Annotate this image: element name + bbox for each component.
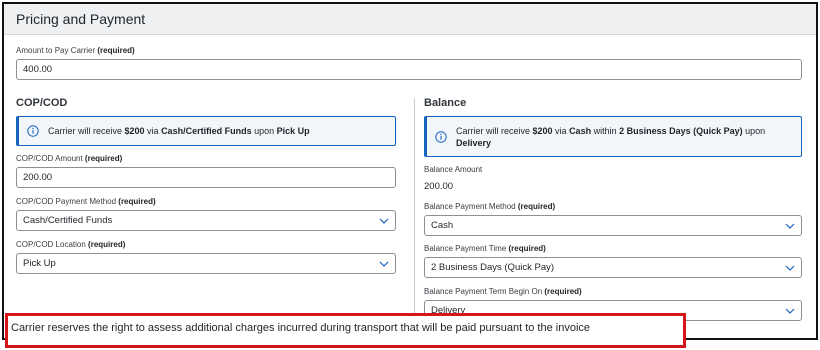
highlighted-notice: Carrier reserves the right to assess add…: [5, 313, 686, 348]
chevron-down-icon[interactable]: [379, 217, 389, 225]
amount-to-pay-input[interactable]: 400.00: [16, 59, 802, 80]
info-method: Cash: [569, 125, 592, 136]
cop-cod-location-select[interactable]: Pick Up: [16, 253, 396, 274]
balance-payment-method-label: Balance Payment Method (required): [424, 202, 555, 211]
balance-payment-method-value: Cash: [431, 220, 454, 231]
cop-cod-amount-label-text: COP/COD Amount: [16, 154, 83, 163]
cop-cod-info-text: Carrier will receive $200 via Cash/Certi…: [48, 125, 310, 137]
info-text-part: upon: [251, 126, 277, 136]
balance-amount-value: 200.00: [424, 181, 454, 192]
cop-cod-amount-input[interactable]: 200.00: [16, 167, 396, 188]
info-method: Cash/Certified Funds: [161, 126, 252, 136]
info-text-part: Carrier will receive: [456, 125, 533, 136]
cop-cod-location-label: COP/COD Location (required): [16, 240, 125, 249]
balance-payment-time-label: Balance Payment Time (required): [424, 244, 546, 253]
cop-cod-payment-method-label-text: COP/COD Payment Method: [16, 197, 117, 206]
required-marker: (required): [508, 244, 546, 253]
cop-cod-payment-method-select[interactable]: Cash/Certified Funds: [16, 210, 396, 231]
required-marker: (required): [118, 197, 156, 206]
chevron-down-icon[interactable]: [785, 222, 795, 230]
info-text-part: via: [144, 126, 162, 136]
section-header: Pricing and Payment: [4, 4, 816, 35]
amount-to-pay-label: Amount to Pay Carrier (required): [16, 46, 135, 55]
cop-cod-payment-method-label: COP/COD Payment Method (required): [16, 197, 156, 206]
cop-cod-amount-label: COP/COD Amount (required): [16, 154, 122, 163]
balance-term-begin-label: Balance Payment Term Begin On (required): [424, 287, 582, 296]
info-location: Pick Up: [276, 126, 310, 136]
info-text-part: upon: [742, 125, 766, 136]
notice-text: Carrier reserves the right to assess add…: [11, 322, 591, 334]
balance-payment-method-select[interactable]: Cash: [424, 215, 802, 236]
balance-heading: Balance: [424, 97, 467, 109]
required-marker: (required): [88, 240, 126, 249]
required-marker: (required): [84, 154, 123, 163]
balance-amount-label: Balance Amount: [424, 165, 482, 174]
cop-cod-info-box: Carrier will receive $200 via Cash/Certi…: [16, 116, 396, 146]
info-amount: $200: [124, 126, 145, 136]
info-text-part: via: [552, 125, 570, 136]
cop-cod-amount-value: 200.00: [23, 172, 53, 183]
cop-cod-heading: COP/COD: [16, 97, 68, 109]
cop-cod-location-value: Pick Up: [23, 258, 56, 269]
chevron-down-icon[interactable]: [379, 260, 389, 268]
info-time: 2 Business Days (Quick Pay): [619, 125, 743, 136]
balance-payment-time-select[interactable]: 2 Business Days (Quick Pay): [424, 257, 802, 278]
column-divider: [414, 98, 415, 322]
chevron-down-icon[interactable]: [785, 264, 795, 272]
amount-to-pay-label-text: Amount to Pay Carrier: [16, 46, 96, 55]
balance-payment-method-label-text: Balance Payment Method: [424, 202, 516, 211]
cop-cod-payment-method-value: Cash/Certified Funds: [23, 215, 113, 226]
info-text-part: within: [591, 125, 620, 136]
info-circle-icon: [435, 130, 447, 143]
balance-term-begin-label-text: Balance Payment Term Begin On: [424, 287, 543, 296]
info-circle-icon: [27, 125, 39, 137]
required-marker: (required): [517, 202, 556, 211]
pricing-payment-panel: Pricing and Payment Amount to Pay Carrie…: [2, 2, 818, 340]
info-amount: $200: [532, 125, 553, 136]
required-marker: (required): [97, 46, 135, 55]
chevron-down-icon[interactable]: [785, 307, 795, 315]
balance-info-box: Carrier will receive $200 via Cash withi…: [424, 116, 802, 157]
balance-payment-time-label-text: Balance Payment Time: [424, 244, 507, 253]
section-title: Pricing and Payment: [16, 11, 146, 27]
required-marker: (required): [544, 287, 582, 296]
info-text-part: Carrier will receive: [48, 126, 125, 136]
balance-payment-time-value: 2 Business Days (Quick Pay): [431, 262, 555, 273]
info-term: Delivery: [456, 137, 492, 148]
cop-cod-location-label-text: COP/COD Location: [16, 240, 86, 249]
balance-info-text: Carrier will receive $200 via Cash withi…: [456, 125, 765, 149]
balance-amount-label-text: Balance Amount: [424, 165, 483, 174]
amount-to-pay-value: 400.00: [23, 64, 53, 75]
